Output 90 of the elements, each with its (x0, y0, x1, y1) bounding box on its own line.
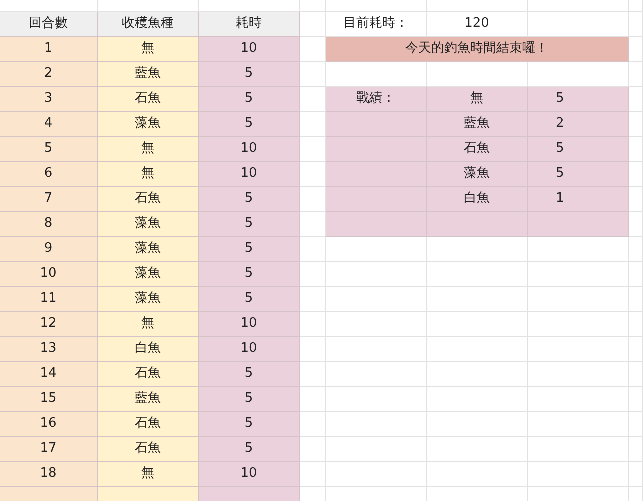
column-header: 收穫魚種 (98, 12, 199, 37)
table-cell: 藻魚 (98, 112, 199, 137)
table-cell: 16 (0, 412, 98, 437)
empty-cell (629, 12, 643, 37)
empty-cell (629, 462, 643, 487)
banner: 今天的釣魚時間結束囉！ (326, 37, 629, 62)
table-cell: 石魚 (98, 412, 199, 437)
empty-cell (300, 0, 326, 12)
table-cell: 1 (0, 37, 98, 62)
table-cell: 石魚 (98, 362, 199, 387)
empty-cell (629, 137, 643, 162)
table-cell: 5 (199, 112, 300, 137)
table-cell: 白魚 (98, 337, 199, 362)
empty-cell (629, 0, 643, 12)
table-cell: 12 (0, 312, 98, 337)
table-cell: 5 (199, 62, 300, 87)
table-cell: 藻魚 (98, 237, 199, 262)
table-cell: 2 (0, 62, 98, 87)
table-cell: 10 (199, 462, 300, 487)
table-cell: 10 (199, 137, 300, 162)
table-cell: 藻魚 (98, 212, 199, 237)
empty-cell (629, 312, 643, 337)
table-cell: 5 (199, 412, 300, 437)
table-cell: 7 (0, 187, 98, 212)
table-cell: 5 (199, 87, 300, 112)
table-cell: 5 (528, 87, 629, 112)
empty-cell (629, 437, 643, 462)
empty-cell (629, 37, 643, 62)
table-cell: 1 (528, 187, 629, 212)
table-cell: 5 (199, 387, 300, 412)
table-cell: 5 (199, 237, 300, 262)
table-cell: 18 (0, 462, 98, 487)
table-cell: 4 (0, 112, 98, 137)
table-cell: 10 (199, 162, 300, 187)
table-cell: 11 (0, 287, 98, 312)
table-cell: 14 (0, 362, 98, 387)
table-cell: 石魚 (427, 137, 528, 162)
table-cell: 藻魚 (98, 287, 199, 312)
table-cell: 13 (0, 337, 98, 362)
table-cell: 10 (199, 337, 300, 362)
table-cell: 5 (528, 137, 629, 162)
empty-cell (629, 362, 643, 387)
table-cell: 17 (0, 437, 98, 462)
table-cell: 藻魚 (98, 262, 199, 287)
empty-cell (629, 162, 643, 187)
table-cell: 5 (199, 262, 300, 287)
table-cell: 6 (0, 162, 98, 187)
table-cell: 5 (199, 187, 300, 212)
results-label: 戰績： (326, 87, 427, 112)
table-cell: 無 (98, 37, 199, 62)
table-cell: 5 (199, 437, 300, 462)
table-cell: 白魚 (427, 187, 528, 212)
table-cell: 5 (0, 137, 98, 162)
empty-cell (629, 112, 643, 137)
empty-cell (629, 337, 643, 362)
table-cell: 無 (98, 162, 199, 187)
empty-cell (629, 412, 643, 437)
table-cell: 5 (199, 212, 300, 237)
empty-cell (629, 262, 643, 287)
table-cell: 15 (0, 387, 98, 412)
table-cell: 5 (528, 162, 629, 187)
table-cell: 藻魚 (427, 162, 528, 187)
column-header: 回合數 (0, 12, 98, 37)
table-cell: 無 (98, 312, 199, 337)
table-cell: 8 (0, 212, 98, 237)
table-cell: 10 (0, 262, 98, 287)
empty-cell (629, 62, 643, 87)
empty-cell (629, 187, 643, 212)
empty-cell (629, 237, 643, 262)
table-cell: 石魚 (98, 87, 199, 112)
table-cell: 藍魚 (98, 62, 199, 87)
table-cell: 無 (427, 87, 528, 112)
table-cell: 無 (98, 137, 199, 162)
empty-cell (629, 287, 643, 312)
table-cell: 10 (199, 312, 300, 337)
table-cell: 藍魚 (98, 387, 199, 412)
table-cell: 5 (199, 362, 300, 387)
table-cell: 3 (0, 87, 98, 112)
column-header: 耗時 (199, 12, 300, 37)
empty-cell (629, 87, 643, 112)
table-cell: 9 (0, 237, 98, 262)
table-cell: 藍魚 (427, 112, 528, 137)
table-cell: 2 (528, 112, 629, 137)
table-cell: 5 (199, 287, 300, 312)
empty-cell (629, 212, 643, 237)
table-cell: 石魚 (98, 437, 199, 462)
table-cell: 無 (98, 462, 199, 487)
table-cell: 石魚 (98, 187, 199, 212)
empty-cell (629, 387, 643, 412)
table-cell: 10 (199, 37, 300, 62)
